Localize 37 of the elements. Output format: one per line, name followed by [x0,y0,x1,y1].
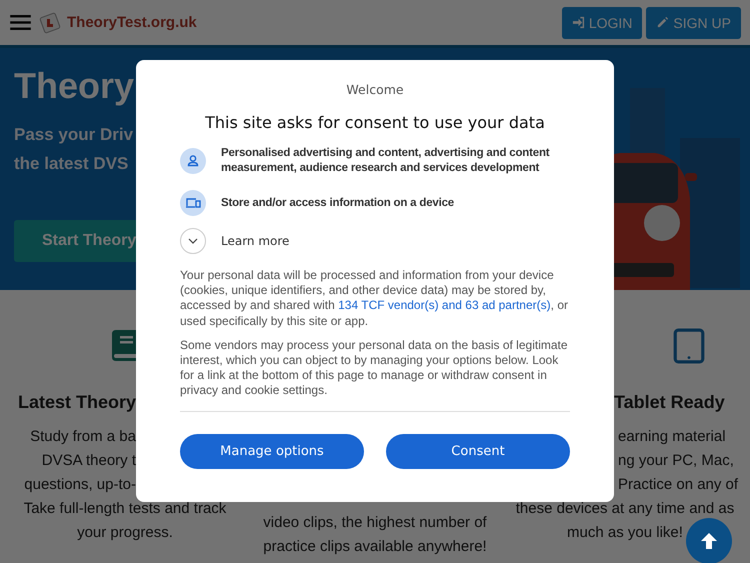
purpose-text: Store and/or access information on a device [221,196,454,210]
hero-title: Theory [14,64,134,108]
feature-text: DVSA theory t [42,451,136,471]
feature-heading: Latest Theory [18,391,136,414]
feature-text: much as you like! [567,523,683,543]
feature-heading: Tablet Ready [614,391,725,414]
tablet-icon [673,328,705,364]
notice-text: Your personal data will be processed and information from your device (cookies, unique identifiers, and other device data) may be stored by, accessed by and shared with 134 TCF vendor(s) and 63 ad partner(s), or used specifically by this site or app. [180,268,569,329]
feature-text: your progress. [77,523,173,543]
pencil-icon [656,16,670,29]
notice-text: Some vendors may process your personal data on the basis of legitimate interest, which you can object to by managing your options below. Look for a link at the bottom of this page to manage or withdraw consent in privacy and cookie settings. [180,338,569,399]
feature-text: Take full-length tests and track [24,499,226,519]
feature-text: video clips, the highest number of [263,513,487,533]
purpose-text: Personalised advertising and content, advertising and content measurement, audience research and services development [221,146,550,176]
consent-button[interactable]: Consent [386,434,570,469]
devices-icon [180,190,206,216]
scroll-top-button[interactable] [686,518,732,563]
login-icon [572,16,585,29]
vendors-link[interactable]: 134 TCF vendor(s) and 63 ad partner(s) [338,298,551,312]
manage-options-button[interactable]: Manage options [180,434,364,469]
feature-text: practice clips available anywhere! [263,537,487,557]
feature-text: ng your PC, Mac, [618,451,734,471]
arrow-up-icon [699,531,719,551]
hero-subtitle: the latest DVS [14,153,128,175]
learn-more-button[interactable]: Learn more [180,228,290,254]
chevron-icon [188,238,198,244]
feature-text: Study from a ba [30,427,136,447]
site-name[interactable]: TheoryTest.org.uk [67,14,197,31]
dialog-title: This site asks for consent to use your data [204,113,546,132]
person-icon [180,148,206,174]
dialog-overline: Welcome [345,82,405,97]
menu-icon[interactable] [10,15,31,30]
feature-text: questions, up-to- [24,475,136,495]
feature-text: earning material [618,427,726,447]
feature-text: Practice on any of [618,475,738,495]
hero-subtitle: Pass your Driv [14,124,134,146]
feature-text: these devices at any time and as [516,499,734,519]
